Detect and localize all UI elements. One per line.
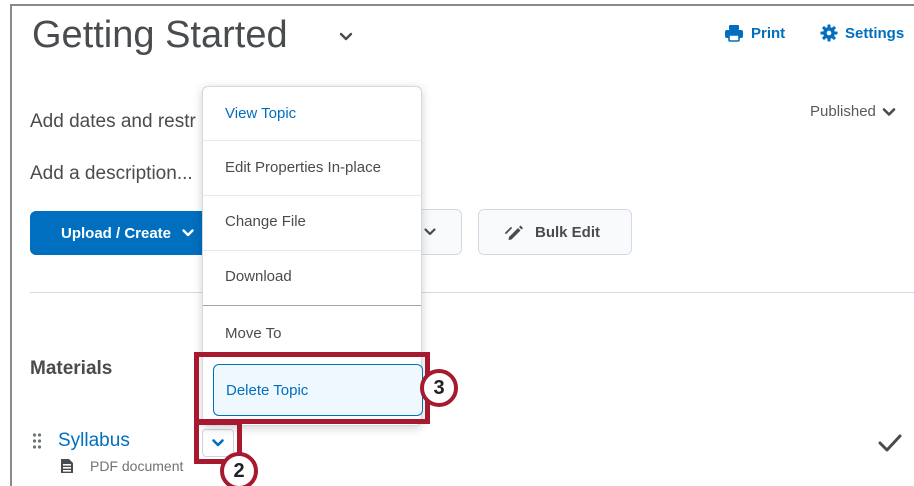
print-label: Print [751, 24, 786, 42]
bulk-edit-button[interactable]: Bulk Edit [478, 209, 632, 255]
bulk-edit-label: Bulk Edit [535, 223, 601, 241]
page-title: Getting Started [32, 14, 288, 56]
menu-item-download[interactable]: Download [203, 268, 421, 285]
menu-group-divider [203, 305, 421, 306]
upload-create-label: Upload / Create [61, 224, 172, 242]
menu-divider [203, 140, 421, 141]
chevron-down-icon [423, 225, 437, 239]
section-divider [30, 292, 914, 293]
callout-highlight-step-3 [194, 352, 430, 424]
section-title: Materials [30, 358, 113, 379]
topic-type-label: PDF document [90, 458, 184, 474]
topic-link-syllabus[interactable]: Syllabus [58, 430, 130, 452]
document-icon [60, 458, 74, 474]
menu-item-move-to[interactable]: Move To [203, 325, 421, 342]
drag-handle-icon[interactable] [32, 432, 42, 450]
title-chevron-down-icon[interactable] [336, 26, 356, 46]
settings-link[interactable]: Settings [820, 24, 904, 42]
printer-icon [724, 24, 744, 42]
menu-divider [203, 195, 421, 196]
upload-create-button[interactable]: Upload / Create [30, 211, 208, 255]
pencil-icon [505, 223, 525, 241]
chevron-down-icon [181, 226, 195, 240]
chevron-down-icon [882, 105, 896, 119]
menu-divider [203, 250, 421, 251]
print-link[interactable]: Print [724, 24, 785, 42]
published-label: Published [810, 103, 876, 120]
content-frame: Getting Started Print Settings Add dates… [10, 4, 914, 486]
step-2-badge: 2 [220, 452, 258, 486]
menu-item-change-file[interactable]: Change File [203, 213, 421, 230]
checkmark-icon[interactable] [878, 433, 902, 453]
settings-label: Settings [845, 24, 905, 42]
step-3-badge: 3 [420, 369, 458, 407]
add-dates-link[interactable]: Add dates and restr [30, 111, 196, 133]
menu-item-edit-properties[interactable]: Edit Properties In-place [203, 159, 421, 176]
published-status-dropdown[interactable]: Published [810, 103, 896, 120]
add-description-link[interactable]: Add a description... [30, 163, 193, 185]
gear-icon [820, 24, 838, 42]
menu-item-view-topic[interactable]: View Topic [203, 105, 421, 122]
